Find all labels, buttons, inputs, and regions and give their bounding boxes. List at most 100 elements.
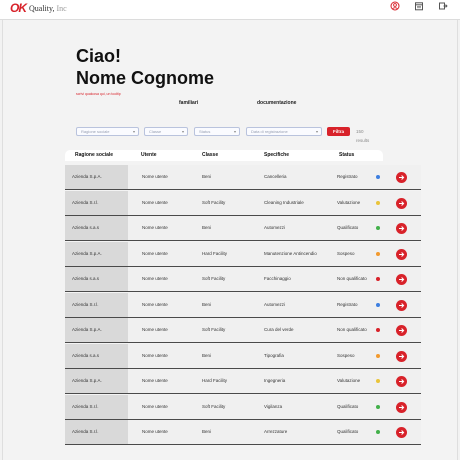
logo-name: Quality <box>29 3 53 13</box>
cell-status: Valutazione <box>337 378 361 384</box>
cell-ragione: Azienda S.r.l. <box>65 292 128 317</box>
arrow-right-icon <box>399 353 405 359</box>
row-action-button[interactable] <box>396 325 407 336</box>
logout-icon[interactable] <box>438 1 448 11</box>
cell-ragione: Azienda S.p.A. <box>65 318 128 342</box>
cell-ragione: Azienda S.r.l. <box>65 190 128 215</box>
table-row[interactable]: Azienda S.r.l. Nome utente Soft Facility Vi… <box>65 394 421 420</box>
calendar-icon[interactable] <box>414 1 424 11</box>
header-classe[interactable]: Classe <box>202 150 218 161</box>
cell-ragione: Azienda S.p.A. <box>65 241 128 266</box>
status-dot <box>376 430 380 434</box>
cell-specifiche: Arrezzature <box>264 429 288 435</box>
table-row[interactable]: Azienda S.r.l. Nome utente Soft Facility Cl… <box>65 190 421 216</box>
user-name: Nome Cognome <box>76 68 215 88</box>
filter-classe-label: Classe <box>149 129 162 134</box>
cell-status: Valutazione <box>337 199 361 205</box>
filter-classe-select[interactable]: Classe ▾ <box>144 127 188 136</box>
cell-ragione: Azienda s.a.s <box>65 216 128 240</box>
status-dot <box>376 302 380 307</box>
cell-status: Qualificato <box>337 403 359 409</box>
cell-classe: Soft Facility <box>202 199 226 205</box>
cell-utente: Nome utente <box>142 250 168 256</box>
subtitle: scrivi qualcosa qui, un tooltip <box>76 92 121 96</box>
chevron-down-icon: ▾ <box>132 129 135 134</box>
row-action-button[interactable] <box>396 427 407 438</box>
arrow-right-icon <box>399 226 405 231</box>
cell-classe: Soft Facility <box>202 276 226 282</box>
status-dot <box>376 200 380 205</box>
page: Ciao! Nome Cognome scrivi qualcosa qui, … <box>0 20 460 460</box>
filter-ragione-select[interactable]: Ragione sociale ▾ <box>76 127 139 136</box>
filter-status-label: Status <box>199 129 211 134</box>
table-row[interactable]: Azienda S.r.l. Nome utente Beni Automezzi Re… <box>65 292 421 318</box>
cell-ragione: Azienda S.r.l. <box>65 394 128 419</box>
row-action-button[interactable] <box>396 401 407 413</box>
filter-status-select[interactable]: Status ▾ <box>194 127 240 136</box>
arrow-right-icon <box>399 302 405 308</box>
header-utente[interactable]: Utente <box>141 150 157 161</box>
logo-suffix: Inc <box>56 3 67 13</box>
greeting: Ciao! <box>76 46 121 66</box>
status-dot <box>376 251 380 256</box>
row-action-button[interactable] <box>396 274 407 285</box>
status-dot <box>376 277 380 281</box>
logo-mark: OK <box>10 1 27 15</box>
table-row[interactable]: Azienda S.p.A. Nome utente Soft Facility Cu… <box>65 318 421 343</box>
table-row[interactable]: Azienda S.r.l. Nome utente Beni Arrezzature… <box>65 420 421 445</box>
cell-specifiche: Manutenzione Antincendio <box>264 250 317 256</box>
cell-utente: Nome utente <box>142 429 168 435</box>
row-action-button[interactable] <box>396 376 407 387</box>
status-dot <box>376 175 380 179</box>
cell-classe: Beni <box>202 301 212 307</box>
row-action-button[interactable] <box>396 172 407 183</box>
row-action-button[interactable] <box>396 223 407 234</box>
nav-familiari[interactable]: familiari <box>179 100 198 106</box>
cell-utente: Nome utente <box>142 327 168 333</box>
arrow-right-icon <box>399 200 405 206</box>
filter-data-label: Data di registrazione <box>251 129 288 134</box>
chevron-down-icon: ▾ <box>181 129 184 134</box>
cell-classe: Soft Facility <box>202 327 226 333</box>
status-dot <box>376 226 380 230</box>
arrow-right-icon <box>399 175 405 180</box>
cell-utente: Nome utente <box>142 301 168 307</box>
nav-documentazione[interactable]: documentazione <box>257 100 296 106</box>
header-ragione[interactable]: Ragione sociale <box>75 150 113 161</box>
table-row[interactable]: Azienda s.a.s Nome utente Beni Tipografia So… <box>65 343 421 369</box>
cell-status: Qualificato <box>337 225 359 231</box>
brand-logo[interactable]: OK Quality, Inc <box>10 0 67 16</box>
table-row[interactable]: Azienda s.a.s Nome utente Soft Facility Fac… <box>65 267 421 292</box>
cell-specifiche: Tipografia <box>264 352 284 358</box>
chevron-down-icon: ▾ <box>315 129 318 134</box>
row-action-button[interactable] <box>396 299 407 311</box>
arrow-right-icon <box>399 430 405 435</box>
header-specifiche[interactable]: Specifiche <box>264 150 289 161</box>
cell-status: Registrato <box>337 174 358 180</box>
row-action-button[interactable] <box>396 197 407 209</box>
row-action-button[interactable] <box>396 248 407 260</box>
cell-utente: Nome utente <box>142 403 168 409</box>
table-row[interactable]: Azienda S.p.A. Nome utente Hard Facility In… <box>65 369 421 394</box>
table-row[interactable]: Azienda s.a.s Nome utente Beni Automezzi Qua… <box>65 216 421 241</box>
cell-specifiche: Cura del verde <box>264 327 294 333</box>
status-dot <box>376 404 380 409</box>
row-action-button[interactable] <box>396 350 407 362</box>
cell-ragione: Azienda S.p.A. <box>65 369 128 393</box>
status-dot <box>376 328 380 332</box>
cell-specifiche: Automezzi <box>264 301 286 307</box>
cell-classe: Beni <box>202 352 212 358</box>
table-row[interactable]: Azienda S.p.A. Nome utente Beni Cancelleria… <box>65 165 421 190</box>
cell-classe: Hard Facility <box>202 250 228 256</box>
cell-utente: Nome utente <box>142 174 168 180</box>
table-row[interactable]: Azienda S.p.A. Nome utente Hard Facility Ma… <box>65 241 421 267</box>
cell-status: Non qualificato <box>337 276 367 282</box>
user-icon[interactable] <box>390 1 400 11</box>
cell-classe: Beni <box>202 174 212 180</box>
cell-utente: Nome utente <box>142 225 168 231</box>
cell-specifiche: Cleaning Industriale <box>264 199 304 205</box>
filtra-button[interactable]: Filtra <box>327 127 350 136</box>
top-bar: OK Quality, Inc <box>0 0 460 20</box>
filter-data-select[interactable]: Data di registrazione ▾ <box>246 127 322 136</box>
header-status[interactable]: Status <box>339 150 354 161</box>
